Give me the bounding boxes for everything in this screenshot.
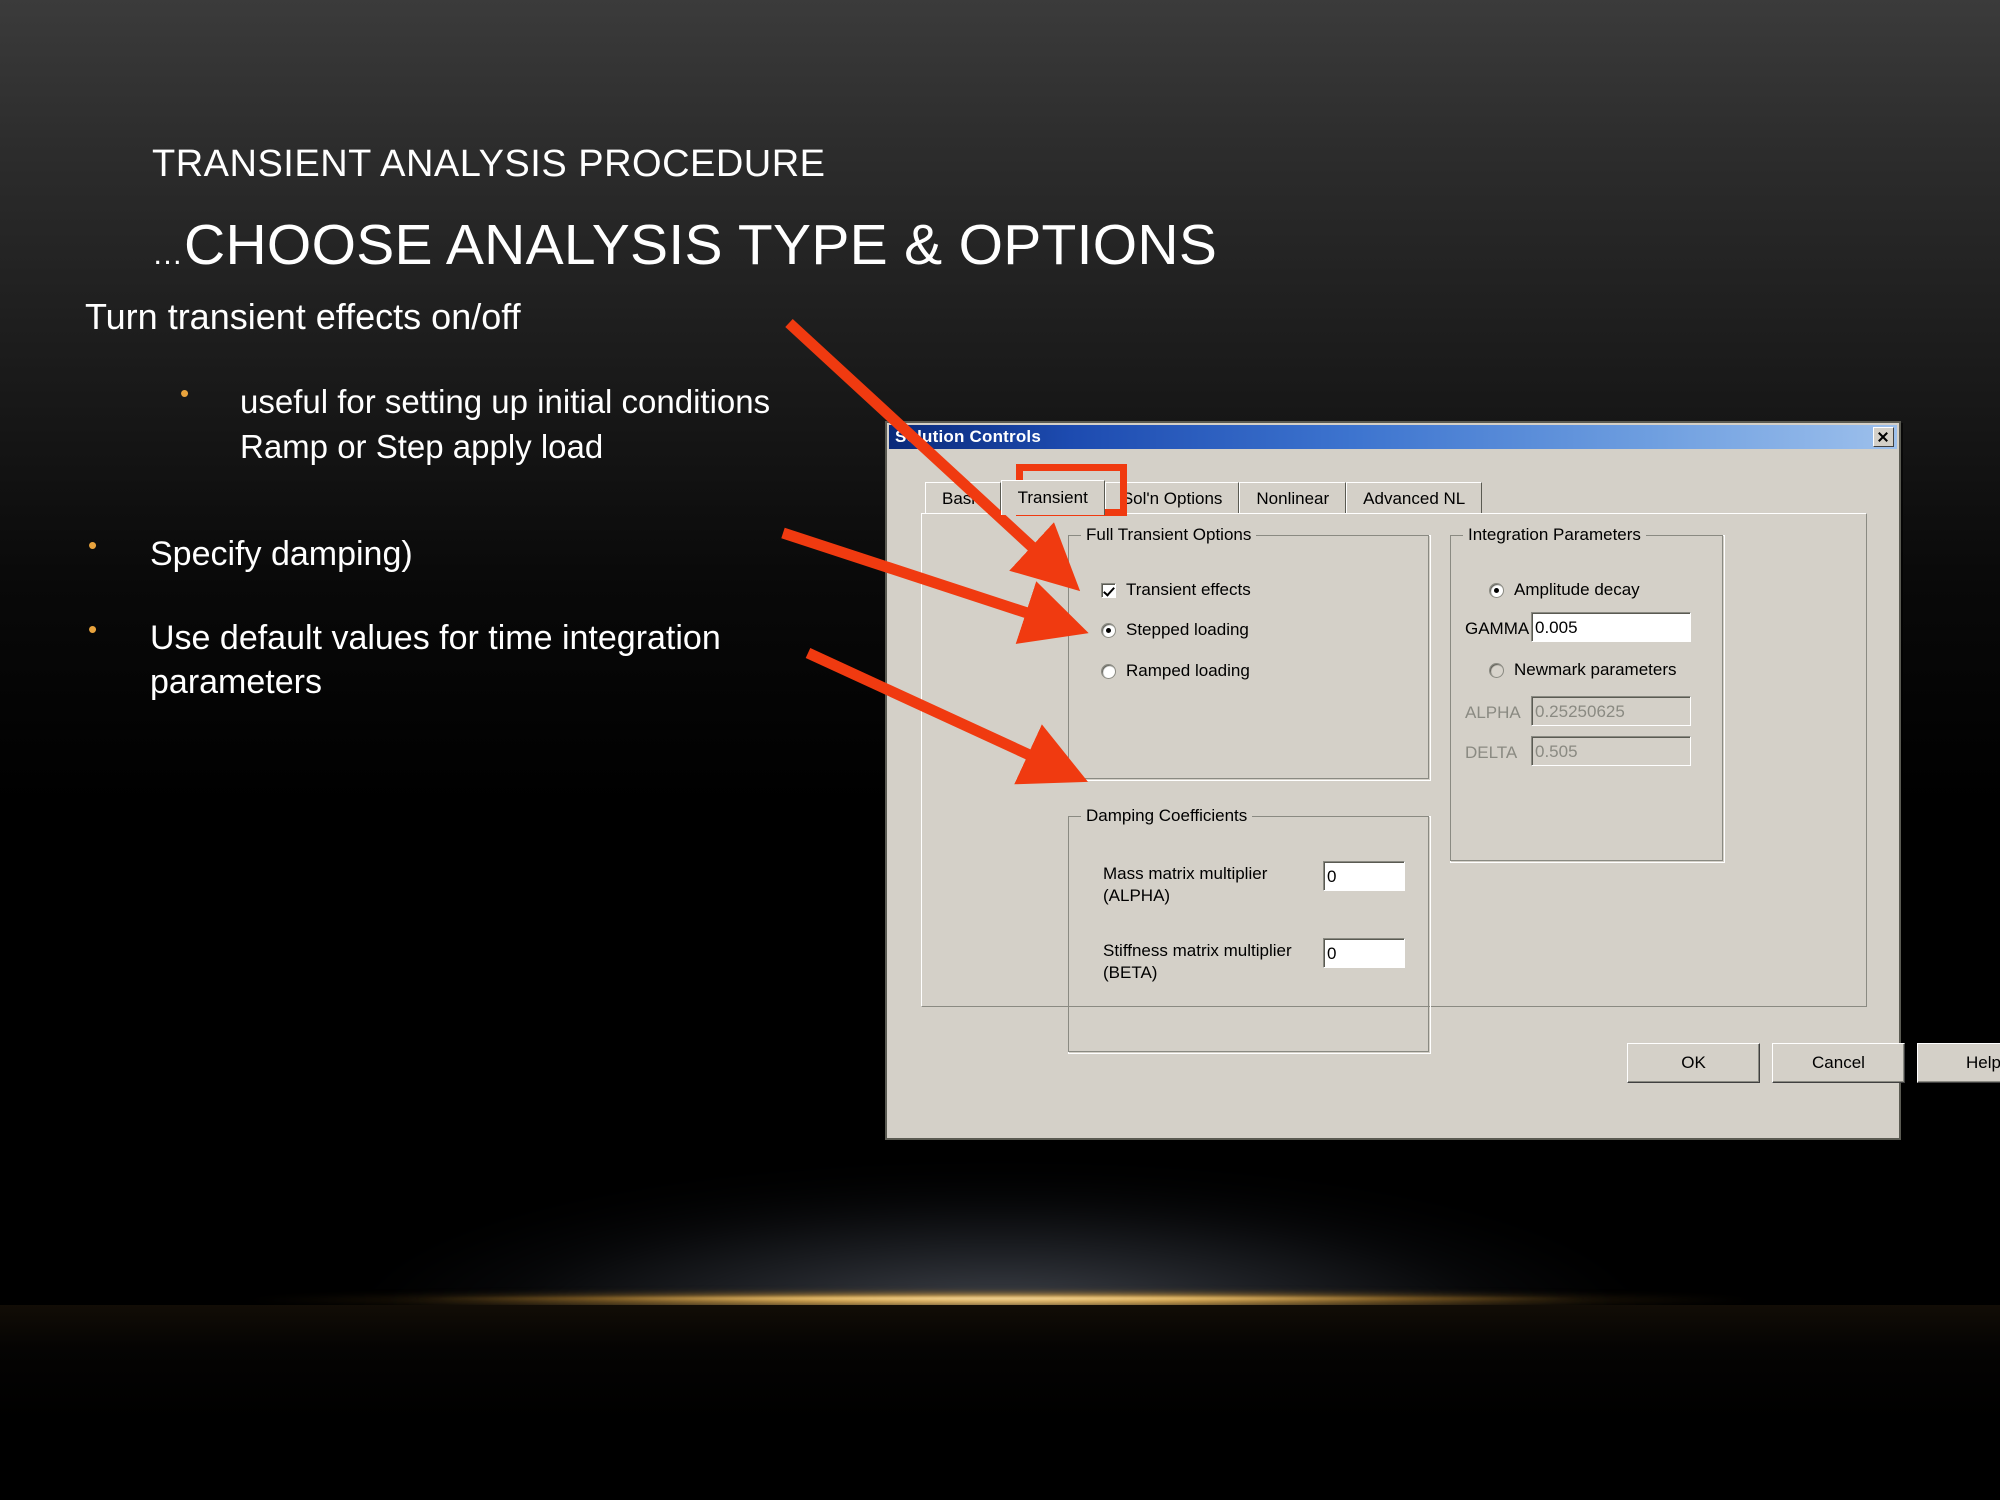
slide-lead-text: Turn transient effects on/off: [85, 296, 521, 337]
radio-icon[interactable]: [1101, 663, 1116, 679]
tab-transient-label: Transient: [1017, 488, 1088, 507]
delta-label: DELTA: [1465, 743, 1518, 762]
group-integration-parameters: Integration Parameters Amplitude decay G…: [1450, 525, 1725, 863]
stiffness-matrix-multiplier-label: Stiffness matrix multiplier (BETA): [1103, 941, 1292, 983]
tab-transient[interactable]: Transient: [1000, 480, 1105, 515]
list-item-label: Use default values for time integration …: [150, 619, 721, 702]
radio-stepped-loading[interactable]: Stepped loading: [1101, 620, 1249, 640]
page-title: …CHOOSE ANALYSIS TYPE & OPTIONS: [152, 212, 1217, 278]
delta-field: 0.505: [1531, 736, 1691, 766]
tab-advanced-nl[interactable]: Advanced NL: [1346, 482, 1483, 514]
slide-background-lower: [0, 1305, 2000, 1500]
gamma-field[interactable]: 0.005: [1531, 612, 1691, 642]
tab-panel-transient: Full Transient Options Transient effects…: [921, 513, 1867, 1054]
list-item-label: Specify damping): [150, 535, 413, 573]
radio-amplitude-decay[interactable]: Amplitude decay: [1489, 580, 1640, 600]
ok-button[interactable]: OK: [1627, 1043, 1760, 1083]
list-item: • Use default values for time integratio…: [88, 616, 728, 704]
checkbox-transient-effects[interactable]: Transient effects: [1101, 580, 1251, 600]
cancel-button[interactable]: Cancel: [1772, 1043, 1905, 1083]
tab-basic[interactable]: Basic: [925, 482, 1001, 514]
radio-amplitude-decay-label: Amplitude decay: [1514, 580, 1640, 599]
tab-nonlinear-label: Nonlinear: [1256, 488, 1330, 508]
checkbox-transient-effects-label: Transient effects: [1126, 580, 1251, 599]
tab-advanced-nl-label: Advanced NL: [1363, 488, 1466, 508]
bullet-glyph: •: [88, 530, 98, 560]
list-item: • useful for setting up initial conditio…: [180, 380, 780, 469]
radio-icon[interactable]: [1489, 662, 1504, 678]
gamma-value: 0.005: [1535, 618, 1578, 637]
help-button[interactable]: Help: [1917, 1043, 2000, 1083]
dialog-button-row: OK Cancel Help: [1627, 1043, 2000, 1083]
groupbox-inner-border: [1068, 816, 1429, 1052]
slide-kicker: TRANSIENT ANALYSIS PROCEDURE: [152, 143, 826, 185]
help-button-label: Help: [1966, 1053, 2000, 1072]
mass-matrix-multiplier-field[interactable]: 0: [1323, 861, 1405, 891]
close-icon[interactable]: [1873, 427, 1894, 447]
dialog-titlebar[interactable]: Solution Controls: [889, 425, 1897, 449]
group-damping-coefficients: Damping Coefficients Mass matrix multipl…: [1068, 806, 1431, 1054]
mass-matrix-multiplier-label: Mass matrix multiplier (ALPHA): [1103, 864, 1268, 906]
tab-basic-label: Basic: [942, 488, 984, 508]
dialog-title: Solution Controls: [895, 427, 1041, 446]
list-item-label: useful for setting up initial conditions…: [240, 383, 771, 465]
tab-nonlinear[interactable]: Nonlinear: [1239, 482, 1347, 514]
radio-newmark-parameters[interactable]: Newmark parameters: [1489, 660, 1677, 680]
stiffness-matrix-multiplier-value: 0: [1327, 944, 1337, 963]
alpha-value: 0.25250625: [1535, 702, 1625, 721]
dialog-tabstrip[interactable]: Basic Transient Sol'n Options Nonlinear …: [925, 480, 1483, 515]
cancel-button-label: Cancel: [1812, 1053, 1865, 1072]
alpha-field: 0.25250625: [1531, 696, 1691, 726]
radio-ramped-loading[interactable]: Ramped loading: [1101, 661, 1250, 681]
bullet-glyph: •: [180, 378, 190, 408]
gamma-label: GAMMA: [1465, 619, 1530, 638]
list-item: • Specify damping): [88, 532, 708, 576]
horizon-light-core: [410, 1296, 1590, 1301]
mass-matrix-multiplier-value: 0: [1327, 867, 1337, 886]
delta-value: 0.505: [1535, 742, 1578, 761]
checkbox-icon[interactable]: [1101, 582, 1116, 598]
presentation-slide: TRANSIENT ANALYSIS PROCEDURE …CHOOSE ANA…: [0, 0, 2000, 1500]
headline-text: CHOOSE ANALYSIS TYPE & OPTIONS: [184, 213, 1218, 277]
tab-soln-options[interactable]: Sol'n Options: [1104, 482, 1240, 514]
solution-controls-dialog[interactable]: Solution Controls Basic Transient Sol'n …: [885, 421, 2000, 1140]
group-damping-coefficients-title: Damping Coefficients: [1081, 806, 1253, 826]
stiffness-matrix-multiplier-field[interactable]: 0: [1323, 938, 1405, 968]
alpha-label: ALPHA: [1465, 703, 1521, 722]
tab-soln-options-label: Sol'n Options: [1121, 488, 1223, 508]
group-full-transient-options-title: Full Transient Options: [1081, 525, 1257, 545]
groupbox-inner-border: [1068, 535, 1429, 779]
ok-button-label: OK: [1681, 1053, 1706, 1072]
radio-ramped-loading-label: Ramped loading: [1126, 661, 1250, 680]
radio-newmark-parameters-label: Newmark parameters: [1514, 660, 1677, 679]
radio-icon[interactable]: [1489, 582, 1504, 598]
radio-stepped-loading-label: Stepped loading: [1126, 620, 1249, 639]
bullet-glyph: •: [88, 614, 98, 644]
group-full-transient-options: Full Transient Options Transient effects…: [1068, 525, 1431, 781]
radio-icon[interactable]: [1101, 622, 1116, 638]
group-integration-parameters-title: Integration Parameters: [1463, 525, 1646, 545]
headline-ellipsis: …: [152, 236, 184, 271]
